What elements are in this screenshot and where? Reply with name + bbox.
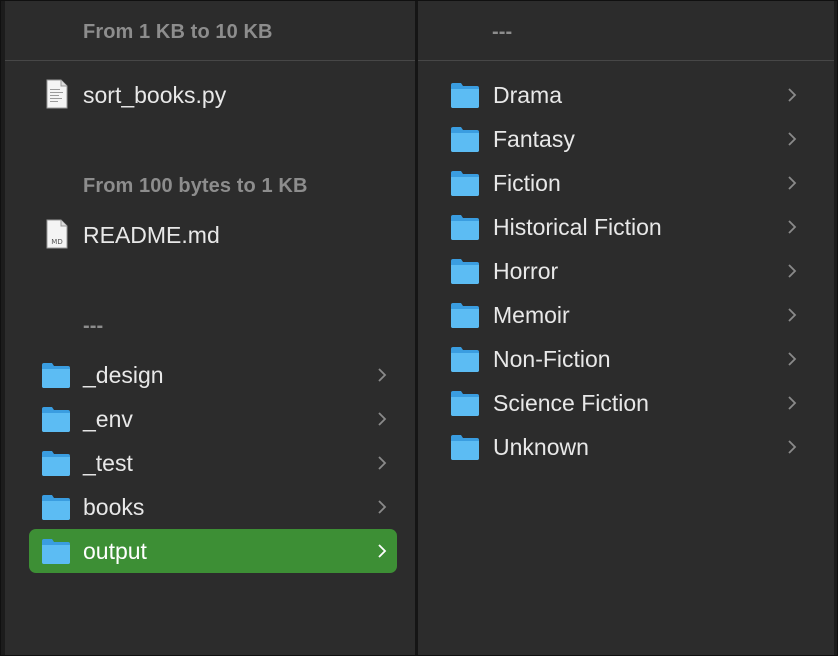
chevron-right-icon (787, 440, 797, 454)
folder-icon (450, 257, 480, 285)
folder-icon (450, 389, 480, 417)
folder-name: Horror (493, 257, 559, 284)
folder-name: output (83, 537, 147, 564)
folder-item-fiction[interactable]: Fiction (436, 161, 807, 205)
column-output-parent[interactable]: From 1 KB to 10 KB sort_books.py From 10… (5, 1, 415, 655)
folder-name: _test (83, 449, 133, 476)
chevron-right-icon (787, 396, 797, 410)
folder-name: _design (83, 361, 164, 388)
file-item-readme[interactable]: MD README.md (29, 213, 397, 257)
folder-name: Historical Fiction (493, 213, 662, 240)
folder-icon (450, 433, 480, 461)
folder-icon (450, 345, 480, 373)
folder-item-env[interactable]: _env (29, 397, 397, 441)
folder-item-horror[interactable]: Horror (436, 249, 807, 293)
group-heading-folders: --- (83, 315, 104, 337)
markdown-file-icon: MD (45, 219, 69, 249)
folder-item-test[interactable]: _test (29, 441, 397, 485)
chevron-right-icon (787, 88, 797, 102)
folder-icon (450, 169, 480, 197)
group-heading-100b-1kb: From 100 bytes to 1 KB (83, 175, 308, 197)
folder-item-output[interactable]: output (29, 529, 397, 573)
folder-name: Drama (493, 81, 563, 108)
chevron-right-icon (787, 132, 797, 146)
group-heading-1kb-10kb: From 1 KB to 10 KB (83, 21, 273, 43)
folder-name: Fantasy (493, 125, 575, 152)
finder-column-view: From 1 KB to 10 KB sort_books.py From 10… (0, 0, 838, 656)
file-name: README.md (83, 221, 220, 248)
right-edge (834, 1, 837, 655)
folder-item-memoir[interactable]: Memoir (436, 293, 807, 337)
folder-icon (450, 213, 480, 241)
folder-name: _env (83, 405, 133, 432)
folder-icon (41, 405, 71, 433)
folder-icon (41, 537, 71, 565)
folder-icon (450, 301, 480, 329)
chevron-right-icon (377, 500, 387, 514)
folder-icon (450, 125, 480, 153)
chevron-right-icon (787, 176, 797, 190)
column-output-contents[interactable]: --- Drama Fantasy Fiction Historical Fic… (418, 1, 835, 655)
folder-item-drama[interactable]: Drama (436, 73, 807, 117)
folder-icon (450, 81, 480, 109)
folder-item-design[interactable]: _design (29, 353, 397, 397)
folder-name: books (83, 493, 145, 520)
chevron-right-icon (787, 220, 797, 234)
chevron-right-icon (787, 352, 797, 366)
folder-icon (41, 361, 71, 389)
folder-item-unknown[interactable]: Unknown (436, 425, 807, 469)
svg-text:MD: MD (51, 238, 62, 246)
folder-item-non-fiction[interactable]: Non-Fiction (436, 337, 807, 381)
folder-icon (41, 449, 71, 477)
chevron-right-icon (787, 308, 797, 322)
chevron-right-icon (377, 412, 387, 426)
folder-icon (41, 493, 71, 521)
folder-name: Science Fiction (493, 389, 649, 416)
chevron-right-icon (377, 456, 387, 470)
folder-name: Non-Fiction (493, 345, 611, 372)
folder-item-historical-fiction[interactable]: Historical Fiction (436, 205, 807, 249)
chevron-right-icon (377, 544, 387, 558)
folder-name: Fiction (493, 169, 561, 196)
file-item-sort-books[interactable]: sort_books.py (29, 73, 397, 117)
group-heading-folders: --- (492, 21, 513, 43)
file-name: sort_books.py (83, 81, 227, 108)
python-file-icon (45, 79, 69, 109)
folder-name: Unknown (493, 433, 589, 460)
chevron-right-icon (787, 264, 797, 278)
folder-name: Memoir (493, 301, 570, 328)
folder-item-science-fiction[interactable]: Science Fiction (436, 381, 807, 425)
chevron-right-icon (377, 368, 387, 382)
folder-item-books[interactable]: books (29, 485, 397, 529)
folder-item-fantasy[interactable]: Fantasy (436, 117, 807, 161)
column-header (418, 1, 835, 61)
